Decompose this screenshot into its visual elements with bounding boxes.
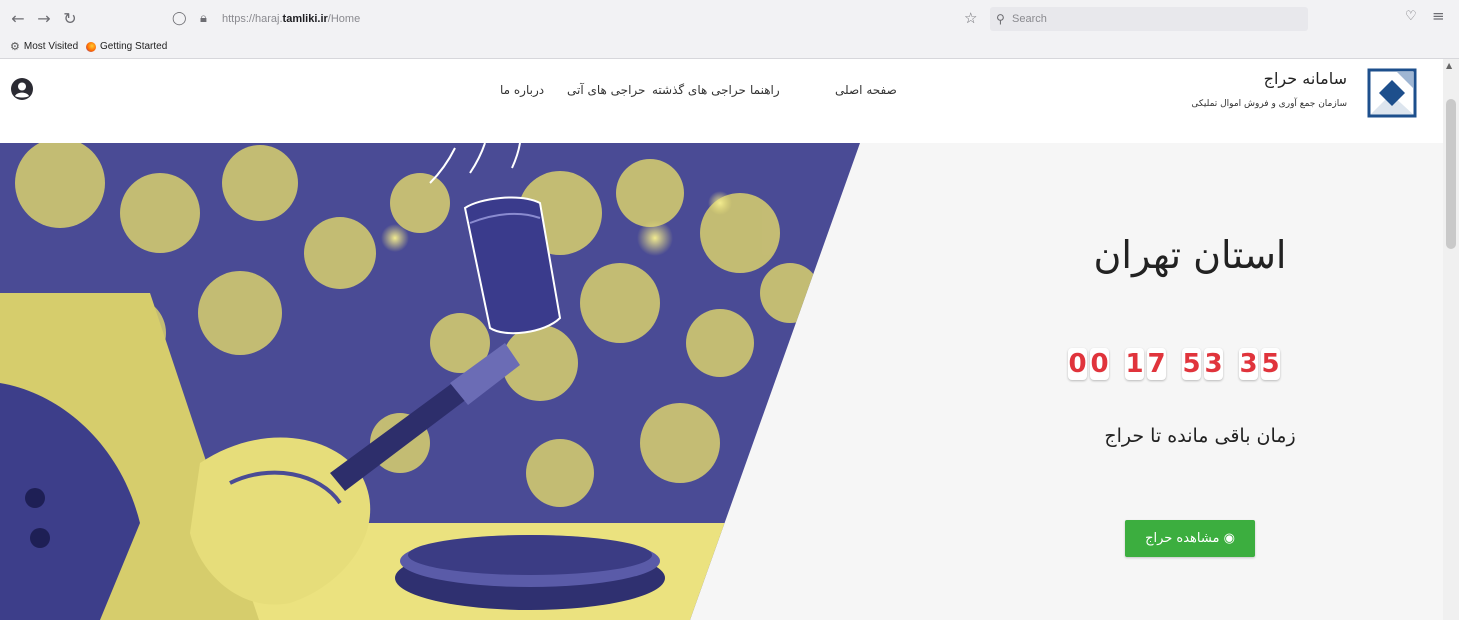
time-remaining-label: زمان باقی مانده تا حراج: [1104, 425, 1296, 447]
lock-icon[interactable]: 🔒︎: [200, 7, 207, 31]
scroll-up-arrow-icon[interactable]: ▲: [1446, 61, 1452, 70]
countdown-timer: 0 0 1 7 5 3 3 5: [1068, 348, 1280, 380]
bookmark-star-icon[interactable]: ☆: [964, 9, 977, 27]
countdown-digit: 1: [1125, 348, 1144, 380]
auction-gavel-logo[interactable]: [1367, 68, 1417, 118]
hamburger-menu-icon[interactable]: ≡: [1432, 7, 1445, 25]
browser-chrome: ← → ↻ ◯ 🔒︎ https://haraj.tamliki.ir/Home…: [0, 0, 1459, 59]
countdown-digit: 7: [1147, 348, 1166, 380]
bookmark-getting-started[interactable]: Getting Started: [86, 38, 167, 56]
forward-icon[interactable]: →: [34, 9, 54, 29]
view-auction-button[interactable]: مشاهده حراج ◉: [1125, 520, 1255, 557]
bookmark-label: Getting Started: [100, 41, 168, 52]
nav-about[interactable]: درباره ما: [500, 83, 544, 97]
countdown-digit: 0: [1090, 348, 1109, 380]
user-account-icon[interactable]: [10, 77, 34, 101]
nav-upcoming-auctions[interactable]: حراجی های آتی: [567, 83, 645, 97]
search-placeholder: Search: [1012, 13, 1047, 25]
brand-subtitle: سازمان جمع آوری و فروش اموال تملیکی: [1191, 99, 1347, 109]
shield-icon[interactable]: ◯: [172, 7, 187, 31]
province-title: استان تهران: [1093, 233, 1287, 277]
bookmark-most-visited[interactable]: ⚙ Most Visited: [10, 38, 78, 56]
url-text[interactable]: https://haraj.tamliki.ir/Home: [222, 7, 360, 31]
page-scrollbar[interactable]: ▲: [1443, 59, 1459, 620]
search-icon: ⚲: [996, 12, 1005, 26]
auction-gavel-photo: [0, 143, 860, 620]
reload-icon[interactable]: ↻: [60, 9, 80, 29]
nav-past-auctions[interactable]: حراجی های گذشته: [652, 83, 746, 97]
site-header: درباره ما حراجی های آتی حراجی های گذشته …: [0, 59, 1443, 139]
brand-title[interactable]: سامانه حراج: [1264, 69, 1347, 88]
nav-home[interactable]: صفحه اصلی: [835, 83, 897, 97]
nav-guide[interactable]: راهنما: [750, 83, 780, 97]
bookmark-label: Most Visited: [23, 41, 79, 52]
eye-icon: ◉: [1223, 531, 1235, 546]
hero-section: استان تهران 0 0 1 7 5 3 3 5 زمان باقی ما…: [0, 143, 1443, 620]
countdown-digit: 0: [1068, 348, 1087, 380]
back-icon[interactable]: ←: [8, 9, 28, 29]
countdown-digit: 3: [1204, 348, 1223, 380]
search-input[interactable]: ⚲ Search: [990, 7, 1308, 31]
pocket-icon[interactable]: ♡: [1405, 9, 1417, 24]
firefox-icon: [86, 42, 96, 52]
countdown-digit: 5: [1261, 348, 1280, 380]
view-auction-label: مشاهده حراج: [1145, 531, 1220, 546]
gear-icon: ⚙: [10, 41, 20, 53]
scroll-thumb[interactable]: [1446, 99, 1456, 249]
countdown-digit: 3: [1239, 348, 1258, 380]
countdown-digit: 5: [1182, 348, 1201, 380]
